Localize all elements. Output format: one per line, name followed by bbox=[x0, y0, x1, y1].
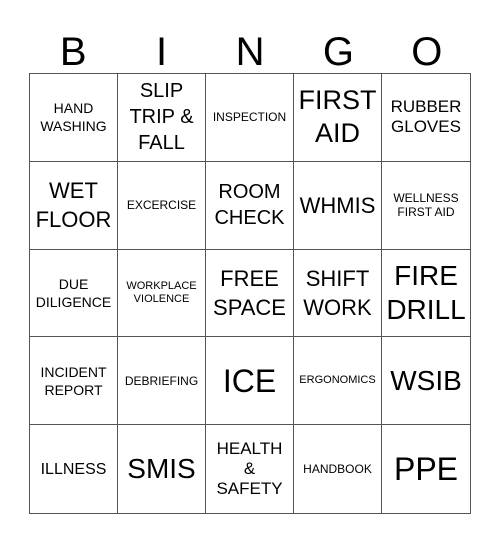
bingo-cell[interactable]: ROOM CHECK bbox=[206, 161, 294, 250]
bingo-cell[interactable]: FIRE DRILL bbox=[382, 250, 470, 338]
bingo-cell[interactable]: HEALTH & SAFETY bbox=[206, 425, 294, 513]
header-letter-o: O bbox=[411, 30, 443, 74]
bingo-cell[interactable]: HANDBOOK bbox=[294, 425, 382, 513]
header-letter-g: G bbox=[322, 30, 354, 74]
header-letter-b: B bbox=[59, 30, 87, 74]
bingo-cell[interactable]: WSIB bbox=[382, 337, 470, 426]
bingo-grid: HAND WASHING SLIP TRIP & FALL INSPECTION… bbox=[29, 73, 471, 514]
bingo-cell[interactable]: RUBBER GLOVES bbox=[382, 74, 470, 162]
bingo-cell[interactable]: INCIDENT REPORT bbox=[30, 337, 118, 426]
bingo-cell[interactable]: WET FLOOR bbox=[30, 161, 118, 250]
bingo-cell[interactable]: SMIS bbox=[118, 425, 206, 513]
header-letter-i: I bbox=[156, 30, 168, 74]
bingo-cell[interactable]: WELLNESS FIRST AID bbox=[382, 162, 470, 250]
bingo-cell[interactable]: SHIFT WORK bbox=[294, 249, 382, 338]
bingo-cell[interactable]: HAND WASHING bbox=[30, 74, 118, 162]
header-letter-n: N bbox=[235, 30, 265, 74]
bingo-header: B I N G O bbox=[29, 28, 471, 76]
bingo-cell[interactable]: DEBRIEFING bbox=[118, 337, 206, 426]
bingo-cell[interactable]: WHMIS bbox=[294, 161, 382, 250]
bingo-cell[interactable]: ILLNESS bbox=[30, 425, 118, 513]
bingo-cell[interactable]: INSPECTION bbox=[206, 74, 294, 162]
bingo-cell[interactable]: FIRST AID bbox=[294, 74, 382, 162]
bingo-cell[interactable]: SLIP TRIP & FALL bbox=[118, 74, 206, 162]
bingo-cell[interactable]: ERGONOMICS bbox=[294, 337, 382, 426]
bingo-cell[interactable]: ICE bbox=[206, 337, 294, 426]
bingo-cell[interactable]: WORKPLACE VIOLENCE bbox=[118, 249, 206, 338]
bingo-cell[interactable]: PPE bbox=[382, 425, 470, 513]
bingo-cell[interactable]: EXCERCISE bbox=[118, 161, 206, 250]
bingo-cell[interactable]: FREE SPACE bbox=[206, 249, 294, 338]
bingo-cell[interactable]: DUE DILIGENCE bbox=[30, 249, 118, 338]
